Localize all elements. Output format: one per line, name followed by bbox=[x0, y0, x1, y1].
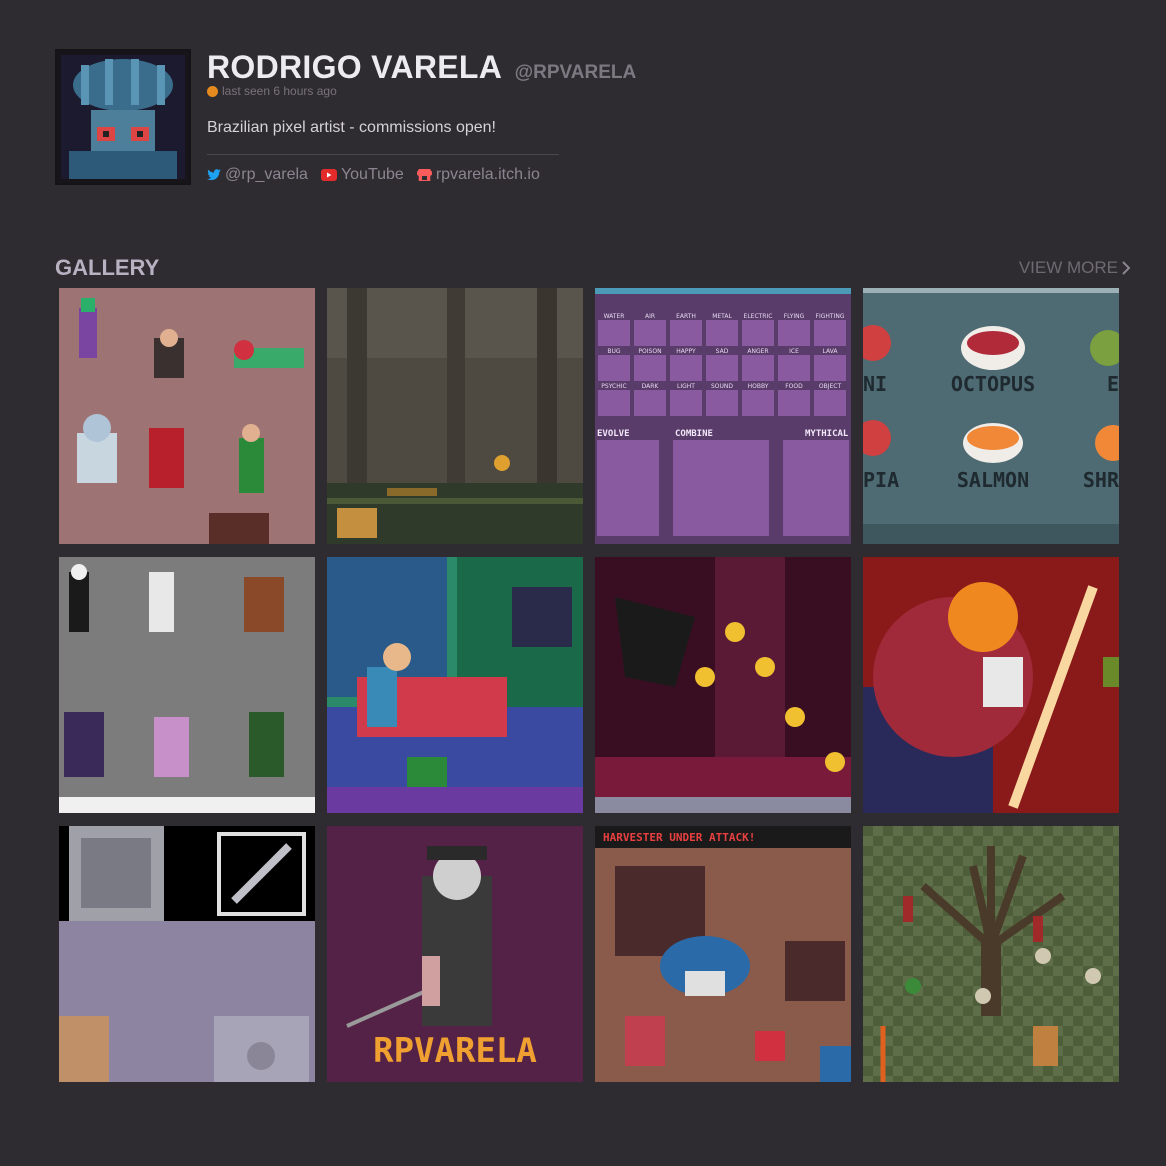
type-label: POISON bbox=[638, 348, 661, 355]
view-more-link[interactable]: VIEW MORE bbox=[1019, 258, 1130, 278]
last-seen-status: last seen 6 hours ago bbox=[207, 84, 337, 98]
sushi-label: PIA bbox=[863, 468, 899, 492]
sushi-label: SALMON bbox=[957, 468, 1029, 492]
sushi-label: NI bbox=[863, 372, 887, 396]
gallery-item[interactable] bbox=[863, 557, 1119, 813]
gallery-item[interactable]: HARVESTER UNDER ATTACK! bbox=[595, 826, 851, 1082]
type-label: FLYING bbox=[784, 313, 805, 320]
type-label: FOOD bbox=[785, 383, 803, 390]
gallery-item[interactable]: WATER AIR EARTH METAL ELECTRIC FLYING FIGHTING… bbox=[595, 288, 851, 544]
type-label: ELECTRIC bbox=[744, 313, 773, 320]
gallery-item[interactable] bbox=[59, 288, 315, 544]
itchio-icon bbox=[416, 168, 432, 181]
gallery-item[interactable]: RPVARELA bbox=[327, 826, 583, 1082]
sushi-label: OCTOPUS bbox=[951, 372, 1035, 396]
type-label: FIGHTING bbox=[816, 313, 845, 320]
type-label: LIGHT bbox=[677, 383, 695, 390]
gallery-title: GALLERY bbox=[55, 255, 160, 280]
twitter-icon bbox=[207, 169, 221, 181]
gallery-item[interactable] bbox=[327, 288, 583, 544]
type-label: WATER bbox=[604, 313, 625, 320]
type-label: DARK bbox=[642, 383, 660, 390]
gallery-item[interactable] bbox=[59, 557, 315, 813]
section-label: EVOLVE bbox=[597, 429, 630, 439]
gallery-item[interactable] bbox=[595, 557, 851, 813]
type-label: METAL bbox=[712, 313, 732, 320]
itchio-link[interactable]: rpvarela.itch.io bbox=[416, 166, 540, 184]
type-label: ANGER bbox=[747, 348, 768, 355]
type-label: OBJECT bbox=[819, 383, 842, 390]
last-seen-text: last seen 6 hours ago bbox=[222, 84, 337, 98]
gallery-item[interactable]: NI OCTOPUS E PIA SALMON SHR bbox=[863, 288, 1119, 544]
twitter-link[interactable]: @rp_varela bbox=[207, 166, 308, 184]
type-label: HAPPY bbox=[676, 348, 696, 355]
type-label: HOBBY bbox=[748, 383, 769, 390]
profile-header: RODRIGO VARELA @RPVARELA last seen 6 hou… bbox=[55, 49, 636, 189]
type-label: ICE bbox=[789, 348, 799, 355]
social-links: @rp_varela YouTube rpvarela.itch.io bbox=[207, 166, 540, 184]
type-label: EARTH bbox=[676, 313, 696, 320]
section-label: COMBINE bbox=[675, 429, 713, 439]
tile-logo-text: RPVARELA bbox=[373, 1031, 537, 1071]
gallery-item[interactable] bbox=[327, 557, 583, 813]
type-label: SOUND bbox=[711, 383, 733, 390]
gallery-item[interactable] bbox=[863, 826, 1119, 1082]
sushi-label: SHR bbox=[1083, 468, 1119, 492]
sushi-label: E bbox=[1107, 372, 1119, 396]
youtube-link[interactable]: YouTube bbox=[320, 166, 404, 184]
bio: Brazilian pixel artist - commissions ope… bbox=[207, 119, 496, 136]
type-label: LAVA bbox=[822, 348, 838, 355]
type-label: PSYCHIC bbox=[601, 383, 626, 390]
type-label: SAD bbox=[716, 348, 729, 355]
username-handle: @RPVARELA bbox=[514, 62, 637, 83]
type-label: BUG bbox=[607, 348, 621, 355]
section-label: MYTHICAL bbox=[805, 429, 849, 439]
status-dot-icon bbox=[207, 85, 218, 97]
youtube-icon bbox=[320, 169, 337, 181]
type-label: AIR bbox=[645, 313, 655, 320]
divider bbox=[207, 154, 559, 155]
tile-banner-text: HARVESTER UNDER ATTACK! bbox=[603, 831, 755, 844]
avatar[interactable] bbox=[55, 49, 191, 185]
chevron-right-icon bbox=[1122, 261, 1130, 275]
gallery-item[interactable] bbox=[59, 826, 315, 1082]
display-name: RODRIGO VARELA bbox=[207, 49, 503, 85]
gallery-grid: WATER AIR EARTH METAL ELECTRIC FLYING FIGHTING… bbox=[59, 288, 1119, 1082]
